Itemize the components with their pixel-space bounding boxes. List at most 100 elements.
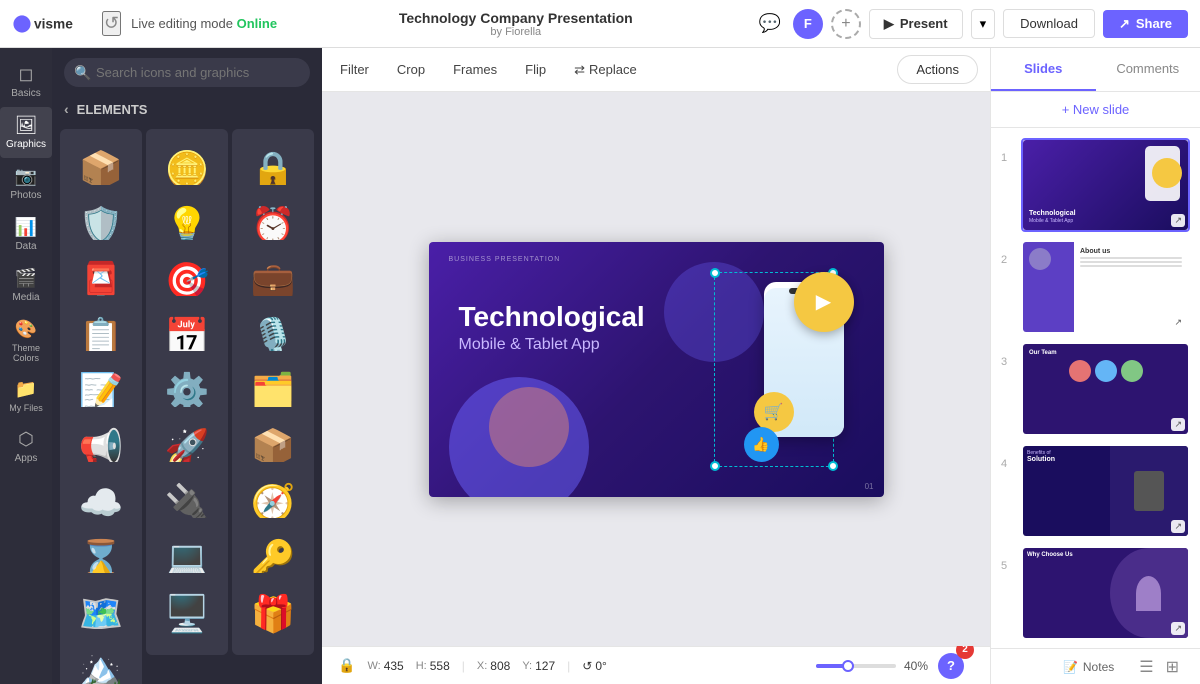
filter-button[interactable]: Filter — [334, 58, 375, 81]
photos-icon: 📷 — [15, 166, 37, 187]
slide-background: BUSINESS PRESENTATION Technological Mobi… — [429, 242, 884, 497]
table-row: 2 About us ↗ — [999, 238, 1192, 336]
elements-title: ELEMENTS — [77, 102, 148, 117]
presentation-title-area: Technology Company Presentation by Fiore… — [287, 10, 744, 38]
apps-icon: ⬡ — [18, 429, 34, 450]
rotation-field: ↺ 0° — [582, 659, 607, 673]
sidebar-item-theme-colors[interactable]: 🎨 Theme Colors — [0, 311, 52, 371]
list-item[interactable]: 🏔️ — [60, 629, 142, 684]
slide-export-icon-5[interactable]: ↗ — [1171, 622, 1185, 635]
grid-view-buttons: ☰ ⊞ — [1134, 654, 1184, 680]
media-icon: 🎬 — [15, 268, 37, 289]
statusbar-right: 40% ? 2 — [816, 653, 974, 679]
data-icon: 📊 — [15, 217, 37, 238]
notes-bar: 📝 Notes ☰ ⊞ — [991, 648, 1200, 684]
table-row: 4 Benefits of Solution ↗ — [999, 442, 1192, 540]
slide-thumb-1[interactable]: Technological Mobile & Tablet App ↗ — [1021, 138, 1190, 232]
thumbup-circle: 👍 — [744, 427, 779, 462]
list-item[interactable]: 🎁 — [232, 573, 314, 655]
lock-icon: 🔒 — [338, 657, 355, 674]
statusbar: 🔒 W: 435 H: 558 | X: 808 Y: 127 | ↺ 0° — [322, 646, 990, 684]
undo-button[interactable]: ↺ — [102, 11, 121, 36]
width-field: W: 435 — [367, 659, 403, 673]
list-view-button[interactable]: ☰ — [1134, 654, 1158, 680]
chat-button[interactable]: 💬 — [754, 9, 784, 38]
elements-grid: 📦 🪙 🔒 🛡️ 💡 ⏰ 📮 🎯 💼 📋 📅 🎙️ 📝 ⚙️ 🗂️ 📢 🚀 📦 … — [52, 125, 322, 684]
actions-button[interactable]: Actions — [897, 55, 978, 84]
flip-button[interactable]: Flip — [519, 58, 552, 81]
decorative-circle-2 — [489, 387, 569, 467]
grid-view-button[interactable]: ⊞ — [1161, 654, 1184, 680]
avatar[interactable]: F — [793, 9, 823, 39]
tab-slides[interactable]: Slides — [991, 48, 1096, 91]
y-field: Y: 127 — [522, 659, 555, 673]
sidebar-item-basics[interactable]: ◻ Basics — [0, 56, 52, 107]
search-input[interactable] — [64, 58, 310, 87]
svg-text:visme: visme — [34, 16, 73, 31]
slide-export-icon-2[interactable]: ↗ — [1171, 316, 1185, 329]
present-dropdown-button[interactable]: ▾ — [971, 9, 996, 39]
elements-panel: 🔍 ‹ ELEMENTS 📦 🪙 🔒 🛡️ 💡 ⏰ 📮 🎯 💼 📋 📅 🎙️ 📝… — [52, 48, 322, 684]
slide-preview-1: Technological Mobile & Tablet App — [1023, 140, 1188, 230]
slide-thumb-5[interactable]: Why Choose Us ↗ — [1021, 546, 1190, 640]
slide-label: BUSINESS PRESENTATION — [449, 256, 561, 263]
basics-icon: ◻ — [19, 64, 34, 85]
resize-handle-tl[interactable] — [710, 268, 720, 278]
x-value: 808 — [490, 659, 510, 673]
slide-preview-5: Why Choose Us — [1023, 548, 1188, 638]
slide-number: 01 — [865, 482, 874, 491]
replace-icon: ⇄ — [574, 62, 585, 78]
editor-area: Filter Crop Frames Flip ⇄ Replace Action… — [322, 48, 990, 684]
online-status: Online — [237, 16, 277, 31]
resize-handle-bl[interactable] — [710, 461, 720, 471]
invite-button[interactable]: + — [831, 9, 861, 39]
cart-circle: 🛒 — [754, 392, 794, 432]
sidebar-item-data[interactable]: 📊 Data — [0, 209, 52, 260]
share-button[interactable]: ↗ Share — [1103, 10, 1188, 38]
help-wrap: ? 2 — [938, 653, 974, 679]
slide-thumb-4[interactable]: Benefits of Solution ↗ — [1021, 444, 1190, 538]
frames-button[interactable]: Frames — [447, 58, 503, 81]
sidebar-item-media[interactable]: 🎬 Media — [0, 260, 52, 311]
slide-canvas: BUSINESS PRESENTATION Technological Mobi… — [429, 242, 884, 497]
zoom-percent: 40% — [904, 659, 928, 673]
sidebar-item-my-files[interactable]: 📁 My Files — [0, 371, 52, 421]
new-slide-button[interactable]: + New slide — [991, 92, 1200, 128]
list-item[interactable]: 🖥️ — [146, 573, 228, 655]
crop-button[interactable]: Crop — [391, 58, 431, 81]
app-logo[interactable]: visme — [12, 12, 92, 36]
slide-export-icon-1[interactable]: ↗ — [1171, 214, 1185, 227]
zoom-thumb[interactable] — [842, 660, 854, 672]
toolbar: Filter Crop Frames Flip ⇄ Replace Action… — [322, 48, 990, 92]
notes-button[interactable]: 📝 Notes — [1055, 656, 1122, 678]
tab-comments[interactable]: Comments — [1096, 48, 1200, 91]
rotation-icon: ↺ — [582, 659, 592, 673]
phone-graphic: ▶ 🛒 👍 — [694, 252, 874, 482]
canvas-wrapper: BUSINESS PRESENTATION Technological Mobi… — [322, 92, 990, 646]
present-button[interactable]: ▶ Present — [869, 9, 963, 39]
resize-handle-br[interactable] — [828, 461, 838, 471]
editing-mode-label: Live editing mode Online — [131, 16, 277, 31]
replace-button[interactable]: ⇄ Replace — [568, 58, 643, 82]
slide-thumb-3[interactable]: Our Team ↗ — [1021, 342, 1190, 436]
table-row: 3 Our Team ↗ — [999, 340, 1192, 438]
slide-export-icon-3[interactable]: ↗ — [1171, 418, 1185, 431]
sidebar-item-photos[interactable]: 📷 Photos — [0, 158, 52, 209]
play-circle: ▶ — [794, 272, 854, 332]
right-tabs: Slides Comments — [991, 48, 1200, 92]
canvas-main[interactable]: BUSINESS PRESENTATION Technological Mobi… — [322, 92, 990, 646]
back-arrow-icon[interactable]: ‹ — [64, 101, 69, 117]
table-row: 5 Why Choose Us ↗ — [999, 544, 1192, 642]
zoom-slider[interactable] — [816, 664, 896, 668]
slide-thumb-2[interactable]: About us ↗ — [1021, 240, 1190, 334]
width-value: 435 — [384, 659, 404, 673]
height-value: 558 — [430, 659, 450, 673]
download-button[interactable]: Download — [1003, 9, 1095, 38]
sidebar-item-graphics[interactable]: 🖼 Graphics — [0, 107, 52, 158]
slide-subtitle: Mobile & Tablet App — [459, 336, 645, 354]
slide-text-area: Technological Mobile & Tablet App — [459, 302, 645, 354]
main-area: ◻ Basics 🖼 Graphics 📷 Photos 📊 Data 🎬 Me… — [0, 48, 1200, 684]
slide-export-icon-4[interactable]: ↗ — [1171, 520, 1185, 533]
table-row: 1 Technological Mobile & Tablet App ↗ — [999, 136, 1192, 234]
sidebar-item-apps[interactable]: ⬡ Apps — [0, 421, 52, 472]
